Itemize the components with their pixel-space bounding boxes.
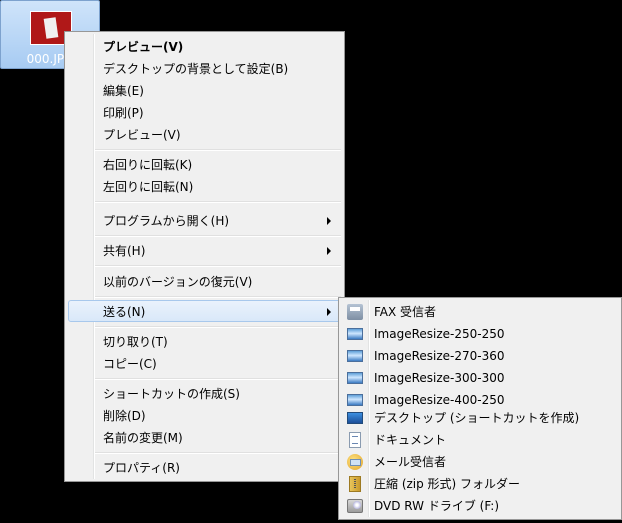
send-to-imageresize-270-360-label: ImageResize-270-360 <box>374 349 505 363</box>
send-to-documents-label: ドキュメント <box>374 433 447 447</box>
menu-separator <box>95 326 341 328</box>
fax-icon <box>347 304 363 320</box>
menu-item-set-desktop-background[interactable]: デスクトップの背景として設定(B) <box>68 57 341 79</box>
document-icon <box>349 432 361 448</box>
menu-item-copy[interactable]: コピー(C) <box>68 352 341 374</box>
menu-item-rotate-counterclockwise[interactable]: 左回りに回転(N) <box>68 175 341 197</box>
send-to-documents[interactable]: ドキュメント <box>342 428 618 450</box>
menu-separator <box>95 235 341 237</box>
menu-separator <box>95 201 341 203</box>
menu-item-rotate-clockwise[interactable]: 右回りに回転(K) <box>68 153 341 175</box>
send-to-imageresize-300-300[interactable]: ImageResize-300-300 <box>342 366 618 388</box>
send-to-imageresize-300-300-label: ImageResize-300-300 <box>374 371 505 385</box>
menu-item-open-with[interactable]: プログラムから開く(H) <box>68 209 341 231</box>
send-to-zip-label: 圧縮 (zip 形式) フォルダー <box>374 477 521 491</box>
send-to-imageresize-250-250[interactable]: ImageResize-250-250 <box>342 322 618 344</box>
image-icon <box>347 372 363 384</box>
send-to-imageresize-270-360[interactable]: ImageResize-270-360 <box>342 344 618 366</box>
menu-item-print[interactable]: 印刷(P) <box>68 101 341 123</box>
menu-item-share[interactable]: 共有(H) <box>68 239 341 261</box>
send-to-fax-recipient[interactable]: FAX 受信者 <box>342 300 618 322</box>
menu-item-properties[interactable]: プロパティ(R) <box>68 456 341 478</box>
send-to-dvd-label: DVD RW ドライブ (F:) <box>374 499 500 513</box>
menu-item-delete[interactable]: 削除(D) <box>68 404 341 426</box>
menu-item-cut[interactable]: 切り取り(T) <box>68 330 341 352</box>
submenu-arrow-icon <box>327 308 331 316</box>
menu-item-preview[interactable]: プレビュー(V) <box>68 123 341 145</box>
menu-item-open-with-label: プログラムから開く(H) <box>103 214 230 228</box>
send-to-imageresize-400-250-label: ImageResize-400-250 <box>374 393 505 407</box>
menu-item-send-to[interactable]: 送る(N) <box>68 300 341 322</box>
menu-item-share-label: 共有(H) <box>103 244 146 258</box>
context-menu: プレビュー(V) デスクトップの背景として設定(B) 編集(E) 印刷(P) プ… <box>64 31 345 482</box>
submenu-arrow-icon <box>327 247 331 255</box>
menu-item-preview-default[interactable]: プレビュー(V) <box>68 35 341 57</box>
send-to-submenu: FAX 受信者 ImageResize-250-250 ImageResize-… <box>338 297 622 520</box>
send-to-zip-folder[interactable]: 圧縮 (zip 形式) フォルダー <box>342 472 618 494</box>
send-to-dvd-drive[interactable]: DVD RW ドライブ (F:) <box>342 494 618 516</box>
send-to-desktop-shortcut[interactable]: デスクトップ (ショートカットを作成) <box>342 406 618 428</box>
mail-icon <box>347 454 363 470</box>
send-to-mail-recipient[interactable]: メール受信者 <box>342 450 618 472</box>
menu-separator <box>95 378 341 380</box>
menu-item-edit[interactable]: 編集(E) <box>68 79 341 101</box>
menu-separator <box>95 265 341 267</box>
zip-folder-icon <box>349 476 361 492</box>
menu-item-send-to-label: 送る(N) <box>103 305 146 319</box>
menu-item-create-shortcut[interactable]: ショートカットの作成(S) <box>68 382 341 404</box>
menu-item-restore-previous-versions[interactable]: 以前のバージョンの復元(V) <box>68 270 341 292</box>
image-icon <box>347 328 363 340</box>
image-icon <box>347 394 363 406</box>
menu-separator <box>95 296 341 298</box>
menu-item-rename[interactable]: 名前の変更(M) <box>68 426 341 448</box>
submenu-arrow-icon <box>327 217 331 225</box>
menu-separator <box>95 149 341 151</box>
send-to-desktop-label: デスクトップ (ショートカットを作成) <box>374 411 580 425</box>
dvd-drive-icon <box>347 499 363 513</box>
image-icon <box>347 350 363 362</box>
desktop-icon <box>347 412 363 424</box>
send-to-imageresize-250-250-label: ImageResize-250-250 <box>374 327 505 341</box>
send-to-fax-label: FAX 受信者 <box>374 305 437 319</box>
menu-separator <box>95 452 341 454</box>
send-to-mail-label: メール受信者 <box>374 455 447 469</box>
